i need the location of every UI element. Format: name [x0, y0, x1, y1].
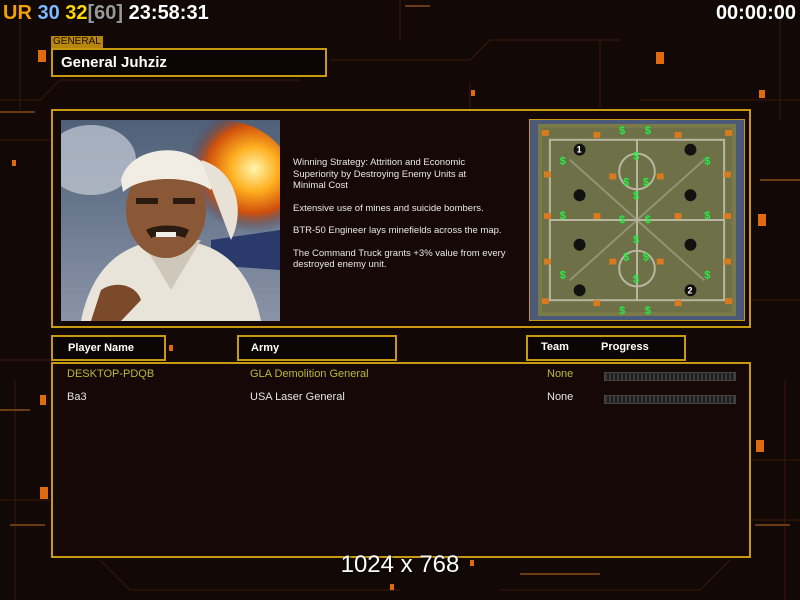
player-row[interactable]: DESKTOP-PDQB GLA Demolition General None — [53, 368, 753, 384]
column-label-team: Team — [541, 341, 569, 353]
supply-icon: $ — [619, 125, 625, 137]
player-army: USA Laser General — [250, 391, 345, 403]
system-clock: 23:58:31 — [128, 2, 209, 24]
general-name-box: General Juhziz — [51, 48, 327, 77]
player-team: None — [547, 391, 574, 403]
player-row[interactable]: Ba3 USA Laser General None — [53, 391, 753, 407]
supply-icon: $ — [623, 176, 629, 188]
column-header-player-name[interactable]: Player Name — [51, 335, 166, 361]
column-header-team-progress[interactable]: Team Progress — [526, 335, 686, 361]
general-portrait — [61, 120, 280, 321]
column-label-army: Army — [251, 342, 280, 354]
fps-value-a: 30 — [37, 2, 60, 24]
player-name: DESKTOP-PDQB — [67, 368, 155, 380]
supply-icon: $ — [619, 305, 625, 317]
player-name: Ba3 — [67, 391, 87, 403]
description-line: BTR-50 Engineer lays minefields across t… — [293, 225, 502, 236]
player-list: DESKTOP-PDQB GLA Demolition General None… — [51, 362, 751, 558]
game-timer: 00:00:00 — [715, 2, 796, 24]
supply-icon: $ — [645, 214, 651, 226]
column-header-army[interactable]: Army — [237, 335, 397, 361]
supply-icon: $ — [704, 210, 710, 222]
column-label-player-name: Player Name — [68, 342, 135, 354]
supply-icon: $ — [560, 156, 566, 168]
supply-icon: $ — [633, 234, 639, 246]
supply-icon: $ — [643, 176, 649, 188]
start-position-1: 1 — [577, 145, 582, 155]
minimap[interactable]: 1 2 $ $ $ $ $ $ $ $ $ $ $ $ $ $ $ $ $ $ … — [529, 119, 745, 321]
resolution-label: 1024 x 768 — [340, 551, 460, 578]
supply-icon: $ — [623, 252, 629, 264]
ur-label: UR — [3, 2, 32, 24]
supply-icon: $ — [633, 151, 639, 163]
player-progress-bar — [604, 372, 736, 381]
fps-value-b: 32 — [65, 2, 88, 24]
general-tag: GENERAL — [51, 36, 103, 48]
general-name: General Juhziz — [61, 54, 167, 71]
player-army: GLA Demolition General — [250, 368, 369, 380]
supply-icon: $ — [643, 252, 649, 264]
description-line: Winning Strategy: Attrition and Economic… — [293, 157, 467, 191]
supply-icon: $ — [633, 190, 639, 202]
fps-limit: [60] — [87, 2, 124, 24]
general-info-panel: Winning Strategy: Attrition and Economic… — [51, 109, 751, 328]
description-line: Extensive use of mines and suicide bombe… — [293, 202, 484, 214]
supply-icon: $ — [633, 273, 639, 285]
supply-icon: $ — [704, 156, 710, 168]
supply-icon: $ — [560, 269, 566, 281]
description-line: The Command Truck grants +3% value from … — [293, 247, 506, 271]
supply-icon: $ — [645, 125, 651, 137]
general-description: Winning Strategy: Attrition and Economic… — [293, 157, 523, 282]
supply-icon: $ — [645, 305, 651, 317]
player-progress-bar — [604, 395, 736, 404]
supply-icon: $ — [619, 214, 625, 226]
player-team: None — [547, 368, 574, 380]
column-label-progress: Progress — [601, 341, 649, 353]
start-position-2: 2 — [687, 285, 692, 295]
supply-icon: $ — [704, 269, 710, 281]
supply-icon: $ — [560, 210, 566, 222]
fps-counter: UR 30 32[60] 23:58:31 — [3, 2, 209, 25]
